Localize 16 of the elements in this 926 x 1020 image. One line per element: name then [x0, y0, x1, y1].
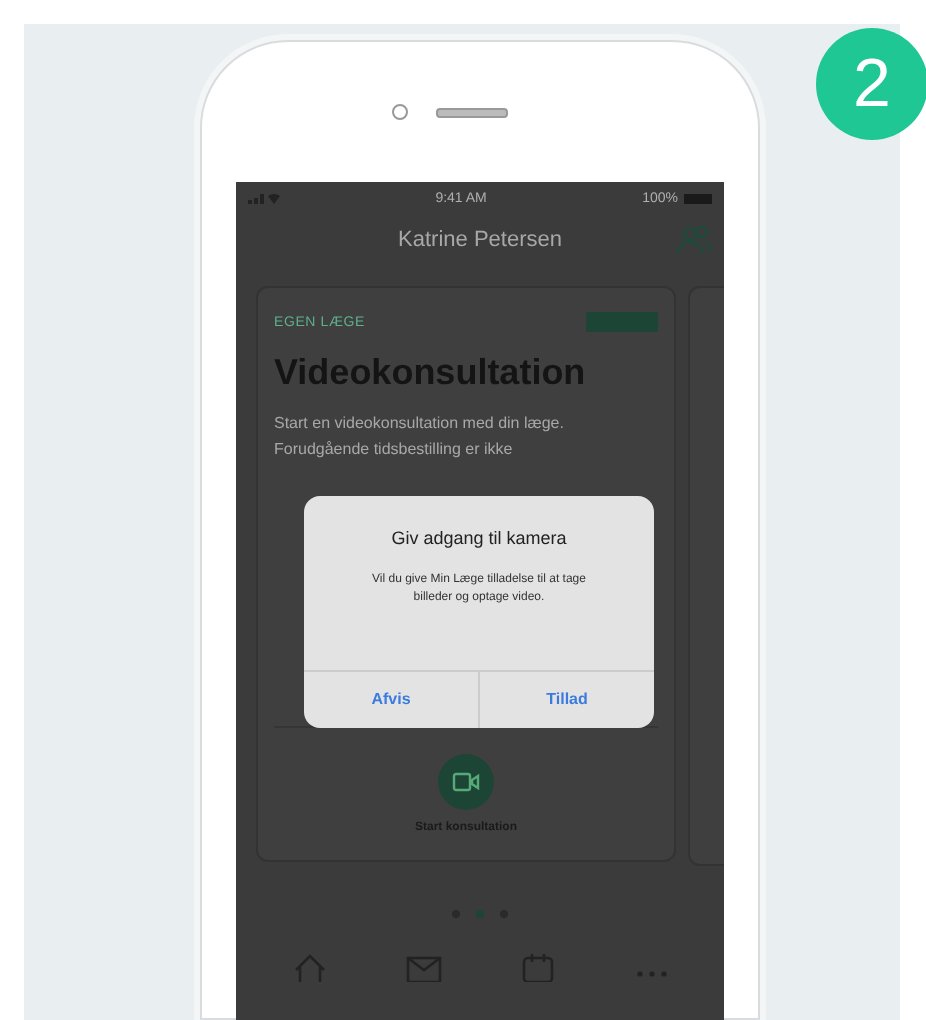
speaker-icon	[436, 107, 508, 117]
dialog-title: Giv adgang til kamera	[391, 528, 567, 548]
video-camera-button[interactable]	[438, 754, 494, 810]
camera-icon	[392, 104, 408, 120]
video-camera-icon	[452, 772, 480, 792]
dialog-button[interactable]: Afvis	[304, 672, 478, 728]
people-icon[interactable]	[676, 224, 712, 256]
calendar-icon[interactable]	[519, 954, 555, 982]
mail-icon[interactable]	[405, 954, 441, 982]
tag-badge	[586, 312, 658, 332]
home-icon[interactable]	[291, 954, 327, 982]
header-title: Katrine Petersen	[398, 228, 562, 252]
battery-icon	[684, 193, 712, 203]
dialog-button[interactable]: Tillad	[478, 672, 654, 728]
card-text: Start en videokonsultation med din læge. Forudgående tidsbestilling er ikke	[274, 412, 566, 462]
signal-icon	[248, 192, 280, 204]
